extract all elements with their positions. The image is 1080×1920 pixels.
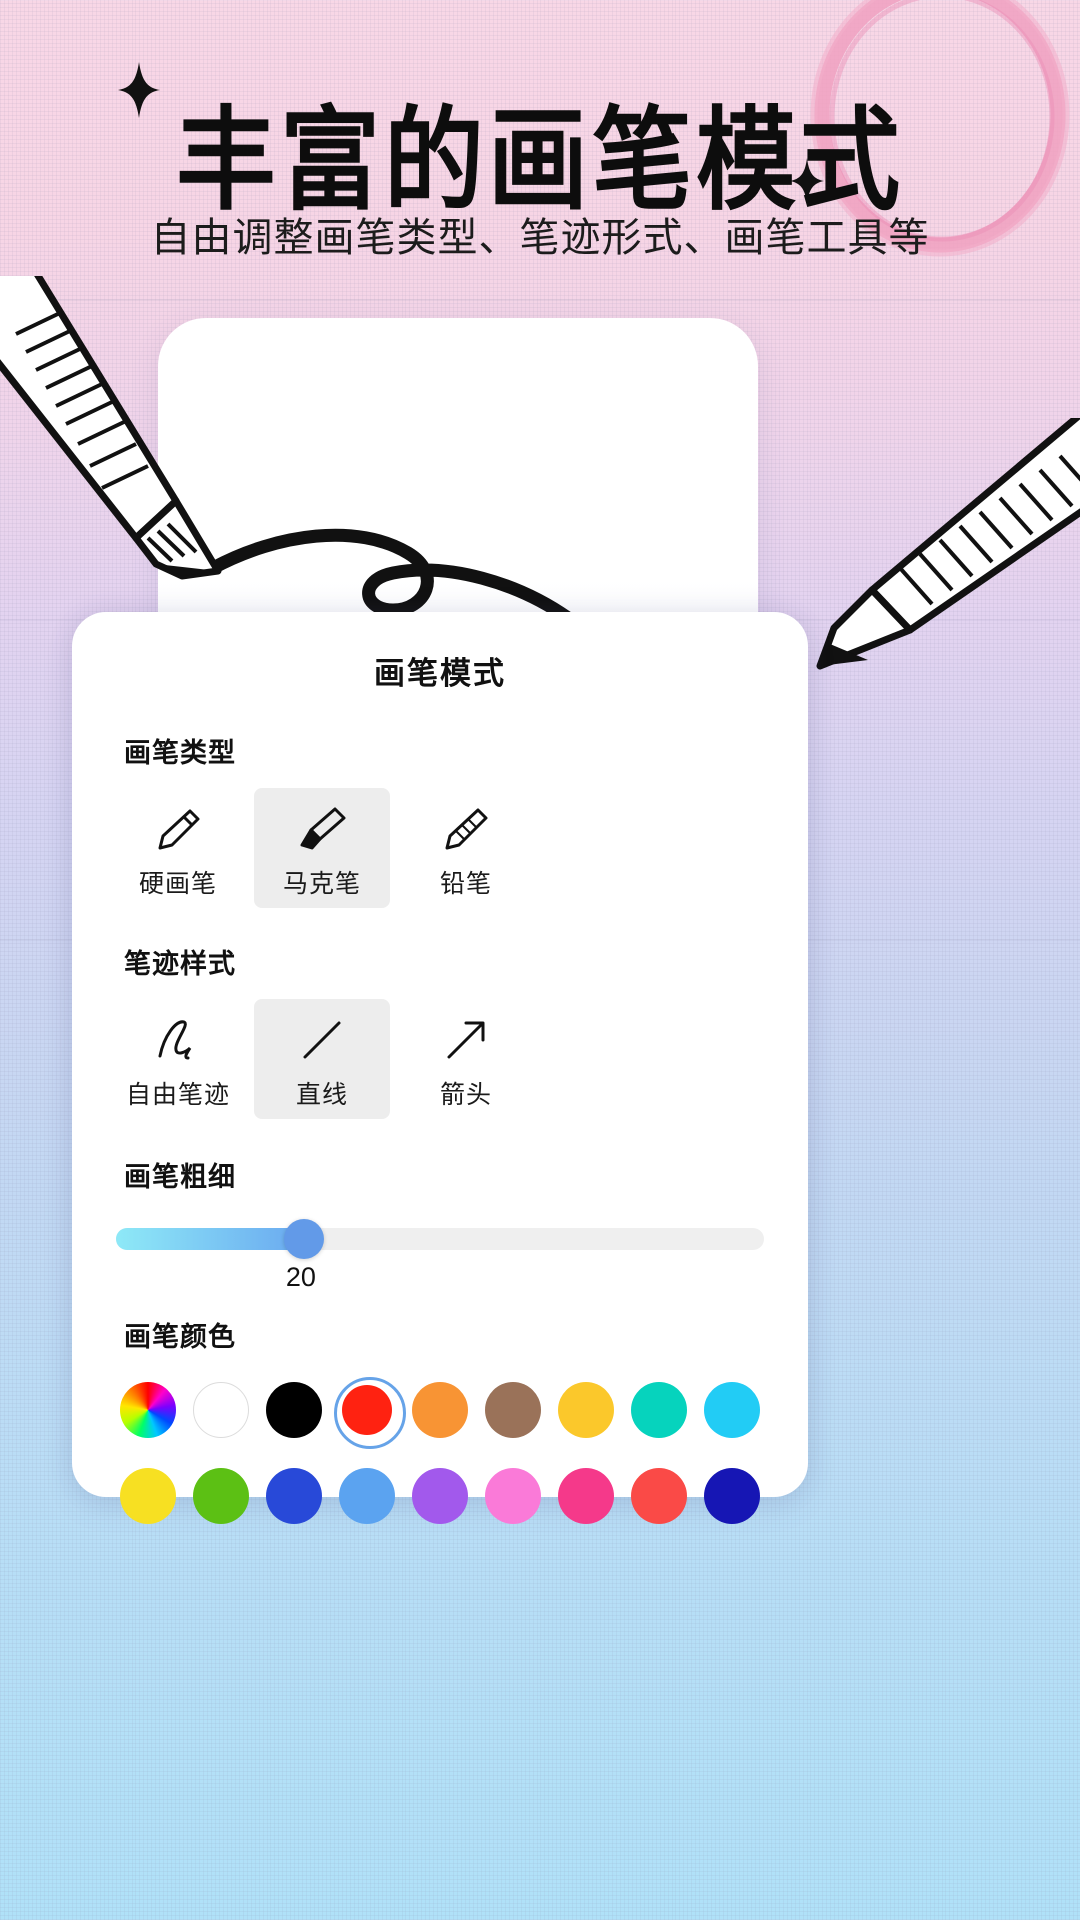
stroke-style-label: 笔迹样式	[124, 949, 236, 979]
arrow-icon	[438, 1009, 494, 1071]
color-swatch-yellow[interactable]	[552, 1376, 620, 1444]
swatch-fill	[704, 1382, 760, 1438]
thickness-value: 20	[285, 1262, 316, 1292]
color-row	[114, 1376, 766, 1449]
swatch-fill	[704, 1468, 760, 1524]
color-swatch-navy[interactable]	[698, 1462, 766, 1530]
brush-type-option-label: 铅笔	[439, 870, 492, 898]
pen-icon	[150, 798, 206, 860]
color-swatch-cyan[interactable]	[698, 1376, 766, 1444]
brush-type-option-label: 马克笔	[282, 870, 361, 898]
brush-type-option-marker[interactable]: 马克笔	[254, 788, 390, 908]
swatch-fill	[266, 1382, 322, 1438]
swatch-fill	[631, 1382, 687, 1438]
pen-illustration-left	[0, 276, 222, 580]
brush-mode-panel: 画笔模式 画笔类型 硬画笔 马克笔 铅笔 笔迹样式 自由笔迹 直线 箭头 画笔粗…	[72, 612, 808, 1524]
color-swatch-brown[interactable]	[479, 1376, 547, 1444]
swatch-fill	[120, 1468, 176, 1524]
pencil-illustration-right	[816, 418, 1080, 670]
color-swatch-black[interactable]	[260, 1376, 328, 1444]
stroke-style-option-label: 箭头	[439, 1081, 492, 1109]
brush-type-option-label: 硬画笔	[138, 870, 217, 898]
slider-track[interactable]	[116, 1219, 764, 1259]
stroke-style-option-line[interactable]: 直线	[254, 999, 390, 1119]
color-swatch-red[interactable]	[333, 1376, 406, 1449]
color-swatch-green[interactable]	[187, 1462, 255, 1530]
swatch-fill	[339, 1468, 395, 1524]
pencil-icon	[438, 798, 494, 860]
swatch-fill	[266, 1468, 322, 1524]
brush-type-options: 硬画笔 马克笔 铅笔	[102, 788, 778, 908]
color-wheel-icon	[120, 1382, 176, 1438]
color-swatch-bright-yellow[interactable]	[114, 1462, 182, 1530]
freehand-icon	[150, 1009, 206, 1071]
brush-type-label: 画笔类型	[124, 738, 236, 768]
color-swatch-purple[interactable]	[406, 1462, 474, 1530]
stroke-style-option-freehand[interactable]: 自由笔迹	[110, 999, 246, 1119]
swatch-fill	[558, 1382, 614, 1438]
swatch-fill	[193, 1382, 249, 1438]
color-swatch-white[interactable]	[187, 1376, 255, 1444]
swatch-fill	[485, 1382, 541, 1438]
thickness-slider[interactable]: 20	[102, 1219, 778, 1293]
page-subtitle: 自由调整画笔类型、笔迹形式、画笔工具等	[150, 216, 930, 260]
stroke-style-options: 自由笔迹 直线 箭头	[102, 999, 778, 1119]
color-swatch-blue[interactable]	[260, 1462, 328, 1530]
header: 丰富的画笔模式 自由调整画笔类型、笔迹形式、画笔工具等	[0, 0, 1080, 300]
color-swatch-coral-red[interactable]	[625, 1462, 693, 1530]
brush-type-option-pencil[interactable]: 铅笔	[398, 788, 534, 908]
swatch-fill	[412, 1382, 468, 1438]
thickness-label: 画笔粗细	[124, 1162, 236, 1192]
panel-title: 画笔模式	[374, 656, 506, 691]
color-swatch-magenta[interactable]	[552, 1462, 620, 1530]
color-palette	[102, 1376, 778, 1530]
brush-type-option-hard-pen[interactable]: 硬画笔	[110, 788, 246, 908]
slider-fill	[116, 1228, 304, 1250]
swatch-fill	[342, 1385, 392, 1435]
swatch-fill	[485, 1468, 541, 1524]
color-swatch-teal[interactable]	[625, 1376, 693, 1444]
stroke-style-option-arrow[interactable]: 箭头	[398, 999, 534, 1119]
marker-icon	[294, 798, 350, 860]
swatch-fill	[631, 1468, 687, 1524]
line-icon	[294, 1009, 350, 1071]
stroke-style-option-label: 直线	[295, 1081, 348, 1109]
color-row	[114, 1462, 766, 1530]
color-swatch-pink[interactable]	[479, 1462, 547, 1530]
color-swatch-color-wheel[interactable]	[114, 1376, 182, 1444]
slider-thumb[interactable]	[283, 1219, 324, 1259]
stroke-style-option-label: 自由笔迹	[125, 1081, 230, 1109]
color-swatch-light-blue[interactable]	[333, 1462, 401, 1530]
swatch-fill	[558, 1468, 614, 1524]
swatch-fill	[193, 1468, 249, 1524]
brush-color-label: 画笔颜色	[124, 1322, 236, 1352]
swatch-fill	[412, 1468, 468, 1524]
color-swatch-orange[interactable]	[406, 1376, 474, 1444]
